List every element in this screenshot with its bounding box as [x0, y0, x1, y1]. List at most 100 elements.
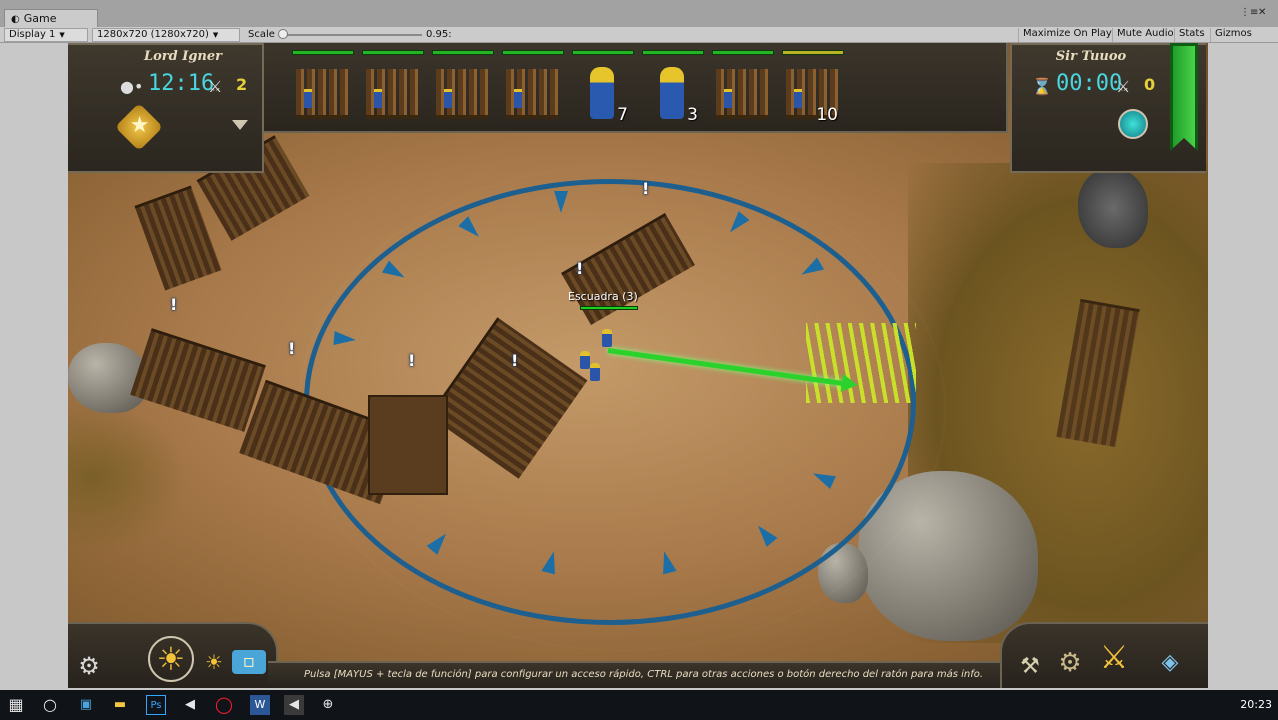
opera-icon[interactable]: ◯ [214, 695, 234, 715]
unit-slot-gate[interactable] [432, 63, 492, 125]
unit-slot-palisade[interactable] [712, 63, 772, 125]
maximize-on-play-toggle[interactable]: Maximize On Play [1018, 28, 1116, 42]
palisade-icon [716, 69, 768, 119]
cortana-icon[interactable]: ○ [40, 695, 60, 715]
health-segment [432, 50, 494, 55]
small-sun-icon[interactable]: ☀ [202, 650, 226, 674]
alert-icon: ! [408, 351, 416, 370]
hud-bottom-left: ⚙ ☀ ☀ ▫ [68, 622, 278, 688]
unit-slot-palisade[interactable]: 10 [782, 63, 842, 125]
gem-icon[interactable] [1118, 109, 1148, 139]
squad-label: Escuadra (3) [568, 290, 638, 303]
palisade-icon [366, 69, 418, 119]
alert-icon: ! [511, 351, 519, 370]
game-timer: 12:16 [148, 71, 215, 96]
task-view-icon[interactable]: ▣ [76, 695, 96, 715]
health-segment [292, 50, 354, 55]
media-icon[interactable]: ◀ [180, 695, 200, 715]
soldier-icon [660, 67, 684, 119]
hourglass-icon: ⌛ [1032, 77, 1052, 96]
compass-arrow-icon [333, 331, 357, 347]
health-segment [782, 50, 844, 55]
triangle-down-icon[interactable] [232, 120, 248, 130]
soldier-icon [590, 67, 614, 119]
resources-icon: ●• [120, 77, 144, 96]
green-player-banner [1170, 43, 1198, 151]
siege-icon[interactable]: ⚙ [1052, 648, 1088, 678]
health-segment [572, 50, 634, 55]
taskbar-clock: 20:23 [1240, 698, 1272, 711]
game-tab-label: Game [23, 12, 57, 25]
chat-icon[interactable]: ▫ [232, 650, 266, 674]
ruined-structure [1078, 168, 1148, 248]
map-icon[interactable]: ◈ [1146, 650, 1194, 675]
health-segment [712, 50, 774, 55]
hud-bottom-right: ⚒ ⚙ ⚔ ◈ [1000, 622, 1208, 688]
unit-slot-palisade[interactable] [502, 63, 562, 125]
resolution-dropdown[interactable]: 1280x720 (1280x720) ▼ [92, 28, 240, 42]
alert-icon: ! [642, 179, 650, 198]
game-toolbar: Display 1 ▼ 1280x720 (1280x720) ▼ Scale 0.… [0, 27, 1278, 43]
unit-slot-palisade[interactable] [362, 63, 422, 125]
placement-preview-spikes[interactable] [806, 323, 916, 403]
unity-icon[interactable]: ◀ [284, 695, 304, 715]
soldier-unit[interactable] [580, 351, 590, 369]
close-icon[interactable]: ✕ [1258, 7, 1266, 18]
scale-value: 0.95: [426, 29, 452, 40]
scale-label: Scale [248, 29, 275, 40]
gizmos-dropdown[interactable]: Gizmos [1210, 28, 1256, 42]
gate-icon [436, 69, 488, 119]
swords-icon[interactable]: ⚔ [1094, 638, 1134, 676]
squad-health-bar [580, 306, 638, 310]
alert-icon: ! [170, 295, 178, 314]
hint-bar: Pulsa [MAYUS + tecla de función] para co… [268, 661, 1008, 688]
health-segment [502, 50, 564, 55]
scale-slider-handle[interactable] [278, 29, 288, 39]
palisade-icon [296, 69, 348, 119]
windows-taskbar: ▦ ○ ▣ ▬ Ps ◀ ◯ W ◀ ⊕ 20:23 [0, 690, 1278, 720]
alert-icon: ! [288, 339, 296, 358]
game-timer: 00:00 [1056, 71, 1123, 96]
word-icon[interactable]: W [250, 695, 270, 715]
display-label: Display 1 [9, 29, 56, 40]
gear-icon[interactable]: ⚙ [74, 652, 104, 680]
dry-grass-patch [68, 403, 188, 553]
unit-slot-soldier[interactable]: 7 [572, 63, 632, 125]
stats-toggle[interactable]: Stats [1174, 28, 1209, 42]
unit-count: 10 [816, 105, 838, 125]
soldier-unit[interactable] [590, 363, 600, 381]
file-explorer-icon[interactable]: ▬ [110, 695, 130, 715]
unit-bar: 7 3 10 [262, 43, 1008, 133]
kill-count: 2 [236, 75, 248, 94]
health-segment [642, 50, 704, 55]
chevron-down-icon: ▼ [59, 31, 65, 39]
crossed-swords-icon: ⚔ [208, 77, 223, 96]
player-name: Lord Igner [143, 49, 223, 64]
resolution-label: 1280x720 (1280x720) [97, 29, 209, 40]
crossed-swords-icon: ⚔ [1116, 77, 1131, 96]
kill-count: 0 [1144, 75, 1156, 94]
build-icon[interactable]: ⚒ [1014, 654, 1046, 679]
game-tab-icon: ◐ [11, 14, 20, 25]
unity-hub-icon[interactable]: ⊕ [318, 695, 338, 715]
hint-text: Pulsa [MAYUS + tecla de función] para co… [304, 669, 984, 680]
alert-icon: ! [576, 259, 584, 278]
compass-arrow-icon [554, 191, 568, 213]
palisade-icon [506, 69, 558, 119]
mute-audio-toggle[interactable]: Mute Audio [1112, 28, 1178, 42]
soldier-unit[interactable] [602, 329, 612, 347]
unit-slot-soldier[interactable]: 3 [642, 63, 702, 125]
photoshop-icon[interactable]: Ps [146, 695, 166, 715]
sun-icon[interactable]: ☀ [148, 636, 194, 682]
player-panel-left: Lord Igner ●• 12:16 ⚔ 2 [68, 43, 264, 173]
scale-slider-track[interactable] [282, 34, 422, 36]
display-dropdown[interactable]: Display 1 ▼ [4, 28, 88, 42]
gatehouse [368, 395, 448, 495]
menu-icon[interactable]: ⋮≡ [1240, 7, 1258, 18]
editor-tab-bar: ◐ Game ⋮≡ ✕ [0, 0, 1278, 27]
unit-count: 7 [617, 105, 628, 125]
unit-slot-palisade[interactable] [292, 63, 352, 125]
chevron-down-icon: ▼ [212, 31, 219, 39]
windows-start-icon[interactable]: ▦ [6, 695, 26, 715]
game-tab[interactable]: ◐ Game [4, 9, 98, 27]
